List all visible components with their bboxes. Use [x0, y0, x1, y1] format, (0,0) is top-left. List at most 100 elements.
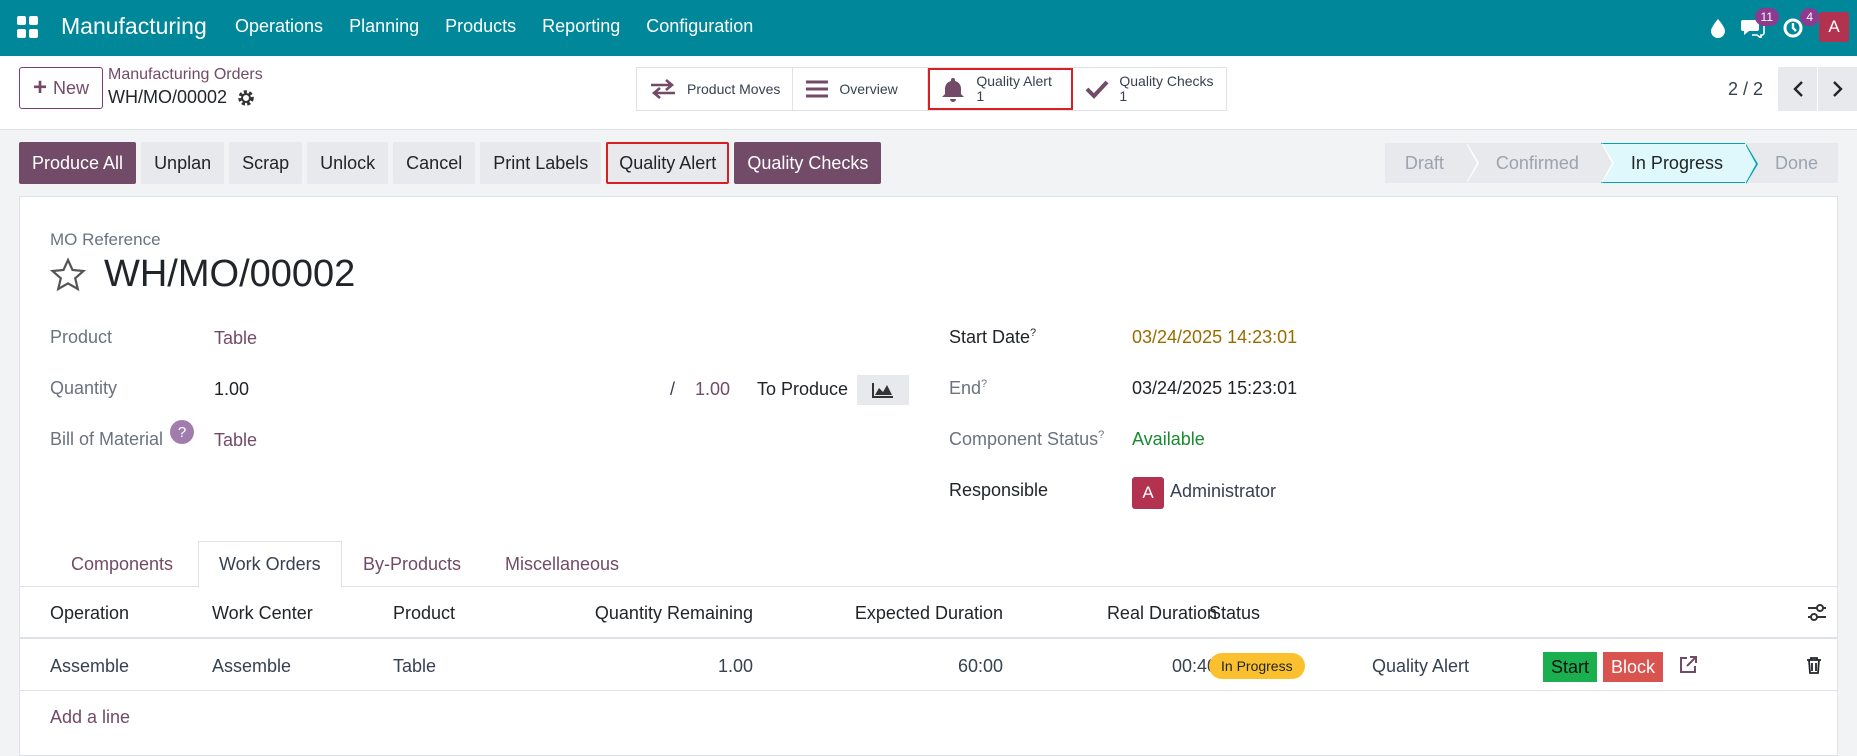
breadcrumb-parent[interactable]: Manufacturing Orders [108, 66, 263, 84]
component-status-value: Available [1132, 429, 1205, 449]
block-button[interactable]: Block [1603, 652, 1664, 682]
external-link-icon[interactable] [1678, 655, 1698, 675]
menu-reporting[interactable]: Reporting [542, 16, 620, 37]
control-panel: + New Manufacturing Orders WH/MO/00002 Pr… [0, 56, 1857, 130]
start-date-field[interactable]: 03/24/2025 14:23:01 [1132, 327, 1297, 348]
start-button[interactable]: Start [1543, 652, 1598, 682]
scrap-button[interactable]: Scrap [229, 142, 303, 184]
action-buttons: Produce All Unplan Scrap Unlock Cancel P… [19, 142, 882, 184]
tab-work-orders[interactable]: Work Orders [198, 541, 342, 588]
tab-miscellaneous[interactable]: Miscellaneous [485, 541, 639, 588]
add-line-button[interactable]: Add a line [50, 707, 130, 728]
col-operation[interactable]: Operation [50, 603, 129, 624]
table-header: Operation Work Center Product Quantity R… [20, 589, 1837, 639]
quality-alert-smart-button[interactable]: Quality Alert 1 [928, 68, 1074, 110]
app-name[interactable]: Manufacturing [61, 13, 207, 40]
pager-value[interactable]: 2 / 2 [1728, 79, 1763, 100]
messages-badge: 11 [1754, 8, 1779, 26]
col-expected-duration[interactable]: Expected Duration [802, 603, 1003, 624]
bom-help-icon[interactable]: ? [170, 420, 194, 444]
messages-icon[interactable]: 11 [1739, 8, 1779, 42]
stage-draft[interactable]: Draft [1384, 143, 1479, 183]
start-date-help-icon[interactable]: ? [1030, 327, 1036, 339]
col-product[interactable]: Product [393, 603, 455, 624]
menu-configuration[interactable]: Configuration [646, 16, 753, 37]
menu-operations[interactable]: Operations [235, 16, 323, 37]
responsible-label: Responsible [949, 480, 1049, 500]
quality-checks-button[interactable]: Quality Checks [734, 142, 882, 184]
overview-button[interactable]: Overview [793, 68, 929, 110]
cancel-button[interactable]: Cancel [393, 142, 476, 184]
tab-by-products[interactable]: By-Products [343, 541, 481, 588]
cell-qty-remaining: 1.00 [717, 656, 753, 676]
row-quality-alert-button[interactable]: Quality Alert [1372, 656, 1469, 677]
end-date-field[interactable]: 03/24/2025 15:23:01 [1132, 378, 1297, 399]
start-date-label: Start Date? [949, 327, 1037, 347]
menu-planning[interactable]: Planning [349, 16, 419, 37]
column-settings-icon[interactable] [1807, 604, 1827, 622]
stage-in-progress[interactable]: In Progress [1600, 143, 1759, 184]
forecast-chart-button[interactable] [857, 375, 909, 405]
tab-components[interactable]: Components [51, 541, 193, 588]
component-status-help-icon[interactable]: ? [1098, 429, 1104, 441]
col-real-duration[interactable]: Real Duration [1040, 603, 1217, 624]
apps-grid-icon[interactable] [17, 16, 39, 38]
smart-buttons: Product Moves Overview Quality Alert 1 Qu… [636, 67, 1228, 111]
print-labels-button[interactable]: Print Labels [480, 142, 602, 184]
col-quantity-remaining[interactable]: Quantity Remaining [520, 603, 753, 624]
menu-products[interactable]: Products [445, 16, 516, 37]
user-avatar[interactable]: A [1819, 12, 1849, 42]
cell-expected-duration: 60:00 [957, 656, 1003, 676]
quality-alert-button[interactable]: Quality Alert [606, 142, 730, 184]
drop-icon[interactable] [1704, 14, 1732, 42]
component-status-label: Component Status? [949, 429, 1105, 449]
pager-next-button[interactable] [1817, 67, 1857, 111]
notebook-tabs: Components Work Orders By-Products Misce… [20, 541, 1837, 588]
status-bar: Draft Confirmed In Progress Done [1384, 143, 1838, 184]
exchange-icon [651, 79, 675, 99]
bell-icon [942, 78, 965, 102]
star-icon[interactable] [50, 256, 86, 293]
cell-operation: Assemble [50, 656, 130, 676]
bom-field[interactable]: Table [214, 430, 257, 451]
page-title[interactable]: WH/MO/00002 [104, 253, 355, 296]
quantity-label: Quantity [50, 378, 118, 398]
breadcrumb-current-label: WH/MO/00002 [108, 87, 228, 107]
end-date-help-icon[interactable]: ? [981, 378, 987, 390]
product-label: Product [50, 327, 113, 347]
new-button[interactable]: + New [19, 67, 103, 109]
table-row[interactable]: Assemble Assemble Table 1.00 60:00 00:40… [20, 641, 1837, 691]
main-menu: Operations Planning Products Reporting C… [235, 16, 753, 37]
product-field[interactable]: Table [214, 328, 257, 349]
check-icon [1085, 80, 1109, 99]
breadcrumb-current: WH/MO/00002 [108, 87, 255, 108]
unlock-button[interactable]: Unlock [307, 142, 389, 184]
cell-real-duration: 00:40 [1171, 656, 1217, 676]
status-badge: In Progress [1209, 653, 1305, 679]
plus-icon: + [32, 74, 47, 101]
activities-badge: 4 [1800, 8, 1819, 26]
gear-icon[interactable] [237, 89, 255, 107]
pager: 2 / 2 [1728, 67, 1857, 111]
col-status[interactable]: Status [1209, 603, 1260, 624]
trash-icon[interactable] [1806, 656, 1822, 674]
unplan-button[interactable]: Unplan [141, 142, 225, 184]
cell-product: Table [393, 656, 437, 676]
product-moves-button[interactable]: Product Moves [637, 68, 794, 110]
quantity-input[interactable]: 1.00 [214, 379, 249, 400]
quantity-separator: / [670, 379, 676, 399]
produce-all-button[interactable]: Produce All [19, 142, 137, 184]
bom-label: Bill of Material [50, 429, 164, 449]
form-sheet: MO Reference WH/MO/00002 Product Table Q… [19, 196, 1838, 756]
quantity-total[interactable]: 1.00 [695, 379, 730, 400]
stage-confirmed[interactable]: Confirmed [1465, 143, 1614, 183]
stage-done[interactable]: Done [1744, 143, 1838, 183]
chevron-right-icon [1832, 81, 1843, 97]
to-produce-label: To Produce [757, 379, 849, 399]
activities-icon[interactable]: 4 [1779, 8, 1819, 42]
col-work-center[interactable]: Work Center [212, 603, 313, 624]
responsible-field[interactable]: Administrator [1170, 481, 1276, 502]
cell-work-center: Assemble [212, 656, 292, 676]
pager-previous-button[interactable] [1777, 67, 1817, 111]
quality-checks-smart-button[interactable]: Quality Checks 1 [1073, 68, 1227, 110]
